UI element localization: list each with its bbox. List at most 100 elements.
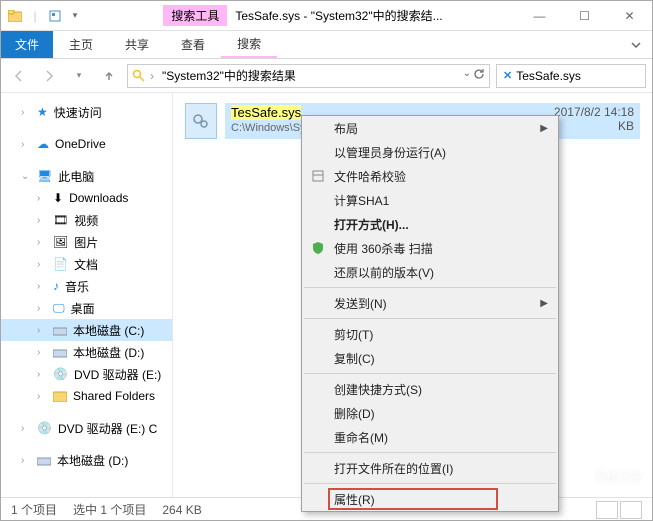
ribbon-expand-button[interactable] (620, 31, 652, 58)
context-item-label: 创建快捷方式(S) (334, 381, 422, 398)
context-item-5[interactable]: 使用 360杀毒 扫描 (302, 236, 558, 260)
quick-access-toolbar: | ▾ (1, 8, 89, 24)
refresh-button[interactable] (473, 68, 485, 83)
context-item-8[interactable]: 发送到(N) ▶ (302, 291, 558, 315)
sidebar-pictures[interactable]: ›🖼图片 (1, 231, 172, 253)
ribbon-tab-search[interactable]: 搜索 (221, 31, 277, 58)
qat-sep: | (27, 8, 43, 24)
breadcrumb-label[interactable]: "System32"中的搜索结果 (158, 67, 300, 84)
context-separator (304, 318, 556, 319)
context-item-10[interactable]: 剪切(T) (302, 322, 558, 346)
sidebar-drive-d[interactable]: ›本地磁盘 (D:) (1, 341, 172, 363)
chevron-right-icon: ▶ (540, 123, 548, 134)
nav-up-button[interactable] (97, 64, 121, 88)
icons-view-button[interactable] (620, 501, 642, 519)
search-box[interactable]: ✕ TesSafe.sys (496, 64, 646, 88)
context-item-label: 重命名(M) (334, 429, 388, 446)
properties-icon[interactable] (47, 8, 63, 24)
file-path: C:\Windows\Sy (231, 122, 306, 134)
context-item-19[interactable]: 属性(R) (302, 487, 558, 511)
ribbon-tab-share[interactable]: 共享 (109, 31, 165, 58)
sys-file-icon (185, 103, 217, 139)
address-bar: ▾ › "System32"中的搜索结果 ⌄ ✕ TesSafe.sys (1, 59, 652, 93)
folder-icon (53, 390, 67, 402)
minimize-button[interactable]: — (517, 1, 562, 31)
file-name: TesSafe.sys (231, 105, 301, 120)
chevron-right-icon: › (150, 69, 154, 83)
sidebar-this-pc[interactable]: ⌄🖥此电脑 (1, 165, 172, 187)
sidebar-documents[interactable]: ›📄文档 (1, 253, 172, 275)
search-input[interactable]: TesSafe.sys (516, 69, 581, 83)
music-icon: ♪ (53, 279, 59, 293)
file-size: KB (554, 119, 634, 133)
context-item-label: 打开方式(H)... (334, 216, 409, 233)
context-item-label: 属性(R) (334, 491, 375, 508)
context-item-15[interactable]: 重命名(M) (302, 425, 558, 449)
sidebar-desktop[interactable]: ›🖵桌面 (1, 297, 172, 319)
context-item-4[interactable]: 打开方式(H)... (302, 212, 558, 236)
ribbon-file-tab[interactable]: 文件 (1, 31, 53, 58)
navigation-pane[interactable]: ›★快速访问 ›☁OneDrive ⌄🖥此电脑 ›⬇Downloads ›🎞视频… (1, 93, 173, 497)
file-date: 2017/8/2 14:18 (554, 105, 634, 119)
context-item-17[interactable]: 打开文件所在的位置(I) (302, 456, 558, 480)
sidebar-drive-d2[interactable]: ›本地磁盘 (D:) (1, 449, 172, 471)
context-item-label: 计算SHA1 (334, 192, 389, 209)
folder-icon (7, 8, 23, 24)
context-item-2[interactable]: 文件哈希校验 (302, 164, 558, 188)
sidebar-music[interactable]: ›♪音乐 (1, 275, 172, 297)
context-item-6[interactable]: 还原以前的版本(V) (302, 260, 558, 284)
sidebar-quick-access[interactable]: ›★快速访问 (1, 101, 172, 123)
context-item-0[interactable]: 布局▶ (302, 116, 558, 140)
nav-history-button[interactable]: ▾ (67, 64, 91, 88)
sidebar-videos[interactable]: ›🎞视频 (1, 209, 172, 231)
context-item-label: 文件哈希校验 (334, 168, 406, 185)
context-item-label: 以管理员身份运行(A) (334, 144, 446, 161)
disc-icon: 💿 (53, 367, 68, 381)
nav-forward-button[interactable] (37, 64, 61, 88)
search-results-icon (132, 69, 146, 83)
view-switcher (596, 501, 642, 519)
sidebar-dvd-e[interactable]: ›💿DVD 驱动器 (E:) (1, 363, 172, 385)
title-wrap: 搜索工具 TesSafe.sys - "System32"中的搜索结... (89, 5, 517, 26)
clear-search-icon[interactable]: ✕ (503, 69, 512, 82)
status-selected: 选中 1 个项目 (73, 501, 146, 518)
context-item-label: 发送到(N) (334, 295, 387, 312)
context-item-label: 使用 360杀毒 扫描 (334, 240, 433, 257)
context-item-14[interactable]: 删除(D) (302, 401, 558, 425)
window-controls: — ☐ ✕ (517, 1, 652, 31)
breadcrumb[interactable]: › "System32"中的搜索结果 ⌄ (127, 64, 490, 88)
sidebar-drive-c[interactable]: ›本地磁盘 (C:) (1, 319, 172, 341)
context-item-label: 复制(C) (334, 350, 375, 367)
titlebar: | ▾ 搜索工具 TesSafe.sys - "System32"中的搜索结..… (1, 1, 652, 31)
context-item-label: 剪切(T) (334, 326, 373, 343)
sidebar-downloads[interactable]: ›⬇Downloads (1, 187, 172, 209)
context-item-13[interactable]: 创建快捷方式(S) (302, 377, 558, 401)
context-separator (304, 373, 556, 374)
sidebar-onedrive[interactable]: ›☁OneDrive (1, 133, 172, 155)
sidebar-dvd-e2[interactable]: ›💿DVD 驱动器 (E:) C (1, 417, 172, 439)
ribbon-tab-view[interactable]: 查看 (165, 31, 221, 58)
context-item-1[interactable]: 以管理员身份运行(A) (302, 140, 558, 164)
details-view-button[interactable] (596, 501, 618, 519)
ribbon-tab-home[interactable]: 主页 (53, 31, 109, 58)
chevron-down-icon (630, 39, 642, 51)
context-menu: 布局▶ 以管理员身份运行(A) 文件哈希校验计算SHA1 打开方式(H)... 使用 3… (301, 115, 559, 512)
pictures-icon: 🖼 (53, 235, 68, 249)
downloads-icon: ⬇ (53, 191, 63, 205)
sidebar-shared-folders[interactable]: ›Shared Folders (1, 385, 172, 407)
chevron-right-icon: ▶ (540, 298, 548, 309)
maximize-button[interactable]: ☐ (562, 1, 607, 31)
context-separator (304, 287, 556, 288)
tool-context-badge: 搜索工具 (163, 5, 227, 26)
drive-icon (53, 324, 67, 336)
nav-back-button[interactable] (7, 64, 31, 88)
status-size: 264 KB (162, 503, 201, 517)
drive-icon (37, 454, 51, 466)
qat-dropdown-icon[interactable]: ▾ (67, 8, 83, 24)
context-item-11[interactable]: 复制(C) (302, 346, 558, 370)
close-button[interactable]: ✕ (607, 1, 652, 31)
video-icon: 🎞 (53, 213, 68, 227)
context-item-label: 删除(D) (334, 405, 375, 422)
context-item-3[interactable]: 计算SHA1 (302, 188, 558, 212)
address-dropdown-button[interactable]: ⌄ (463, 68, 471, 83)
